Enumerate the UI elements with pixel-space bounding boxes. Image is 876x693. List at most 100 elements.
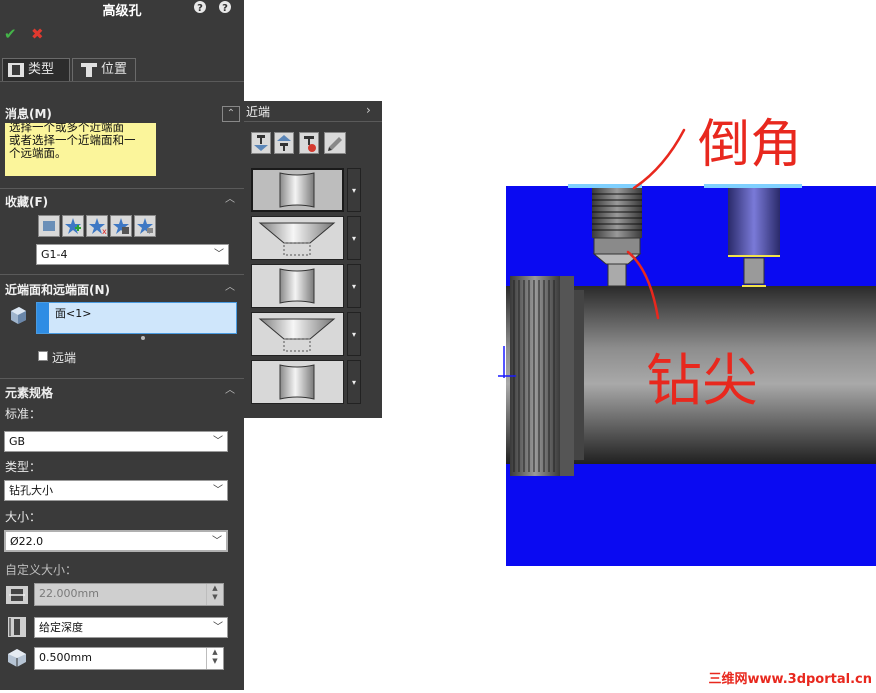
type-label: 类型：	[5, 460, 42, 474]
size-label: 大小：	[5, 510, 42, 524]
chevron-down-icon: ﹀	[213, 622, 223, 633]
tile-1-dropdown-icon[interactable]: ▾	[347, 168, 361, 212]
tab-position[interactable]: 位置	[72, 58, 136, 81]
graphics-area[interactable]: 倒角 钻尖 三维网www.3dportal.cn	[382, 0, 876, 690]
standard-select[interactable]: GB ﹀	[4, 431, 228, 452]
flyout-divider	[244, 121, 382, 122]
message-box: 选择一个或多个近端面 或者选择一个近端面和一 个远端面。	[5, 123, 156, 176]
flyout-title: 近端	[246, 105, 271, 119]
svg-text:x: x	[102, 227, 107, 236]
near-side-flyout: 近端 › ▾ ▾ ▾ ▾ ▾	[244, 101, 382, 418]
tab-type[interactable]: 类型	[2, 58, 70, 81]
cylinder-hole-icon	[279, 268, 315, 304]
resize-handle[interactable]	[141, 336, 145, 340]
bore-thread	[510, 276, 560, 476]
chamfer-annotation: 倒角	[698, 115, 802, 175]
face-selection-icon	[8, 305, 28, 325]
favorite-load-icon[interactable]	[134, 215, 156, 237]
end-condition-icon	[5, 616, 29, 638]
message-collapse-icon[interactable]: ⌃	[222, 106, 240, 122]
tab-type-label: 类型	[28, 62, 55, 77]
cancel-x-icon[interactable]: ✖	[31, 25, 44, 43]
pilot-hole	[607, 263, 627, 287]
message-header: 消息(M)	[5, 107, 52, 121]
hole-type-icon	[6, 62, 26, 78]
bore-shoulder	[574, 290, 584, 460]
tile-5-dropdown-icon[interactable]: ▾	[347, 360, 361, 404]
favorites-header: 收藏(F)	[5, 195, 49, 209]
spec-header: 元素规格	[5, 386, 54, 400]
tile-4-dropdown-icon[interactable]: ▾	[347, 312, 361, 356]
faces-selection-list[interactable]: 面<1>	[36, 302, 237, 334]
custom-diameter-value: 22.000mm	[39, 587, 99, 600]
cb-top-face	[704, 184, 802, 188]
depth-icon	[5, 646, 29, 668]
depth-value: 0.500mm	[39, 651, 92, 664]
standard-select-value: GB	[9, 435, 26, 448]
end-condition-value: 给定深度	[39, 621, 83, 634]
edit-element-icon[interactable]	[324, 132, 346, 154]
svg-text:?: ?	[222, 3, 228, 14]
ok-check-icon[interactable]: ✔	[4, 25, 17, 43]
chevron-down-icon: ﹀	[214, 249, 224, 260]
far-side-label: 远端	[52, 351, 77, 365]
selection-color-swatch	[37, 303, 49, 333]
chevron-right-icon[interactable]: ›	[366, 103, 371, 117]
spec-collapse-icon[interactable]: ︿	[222, 384, 238, 398]
favorites-select[interactable]: G1-4 ﹀	[36, 244, 229, 265]
favorites-toolbar: x	[38, 215, 158, 237]
delete-element-icon[interactable]	[299, 132, 319, 154]
part-section-view: 倒角 钻尖 三维网www.3dportal.cn	[498, 115, 876, 687]
favorite-delete-icon[interactable]: x	[86, 215, 108, 237]
help-icon[interactable]: ?	[218, 0, 234, 14]
chevron-down-icon: ﹀	[212, 536, 222, 547]
svg-text:?: ?	[197, 3, 203, 14]
counterbore	[728, 188, 780, 256]
element-tile-3[interactable]	[251, 264, 344, 308]
size-select[interactable]: Ø22.0 ﹀	[4, 530, 228, 552]
section-divider	[0, 188, 244, 189]
faces-header: 近端面和远端面(N)	[5, 283, 111, 297]
type-select-value: 钻孔大小	[9, 484, 53, 497]
favorite-add-icon[interactable]	[62, 215, 84, 237]
favorites-select-value: G1-4	[41, 248, 68, 261]
standard-label: 标准：	[5, 407, 42, 421]
countersink-icon	[258, 318, 336, 352]
custom-size-label: 自定义大小：	[5, 563, 78, 577]
chevron-down-icon: ﹀	[213, 485, 223, 496]
type-select[interactable]: 钻孔大小 ﹀	[4, 480, 228, 501]
tile-3-dropdown-icon[interactable]: ▾	[347, 264, 361, 308]
tile-2-dropdown-icon[interactable]: ▾	[347, 216, 361, 260]
faces-collapse-icon[interactable]: ︿	[222, 281, 238, 295]
custom-diameter-input[interactable]: 22.000mm ▲ ▼	[34, 583, 224, 606]
favorite-no-icon[interactable]	[38, 215, 60, 237]
countersink-icon	[258, 222, 336, 256]
section-divider	[0, 378, 244, 379]
element-tile-1-selected[interactable]	[251, 168, 344, 212]
insert-element-below-icon[interactable]	[251, 132, 271, 154]
cylinder-hole-icon	[279, 172, 315, 208]
cb-pilot-hole	[743, 257, 765, 285]
position-icon	[79, 62, 99, 78]
drill-body	[593, 237, 641, 255]
watermark: 三维网www.3dportal.cn	[709, 671, 872, 687]
element-tile-2[interactable]	[251, 216, 344, 260]
drill-tip-annotation: 钻尖	[646, 349, 758, 414]
insert-element-above-icon[interactable]	[274, 132, 294, 154]
help-settings-icon[interactable]: ?	[193, 0, 209, 14]
far-side-checkbox[interactable]	[38, 351, 48, 361]
favorites-collapse-icon[interactable]: ︿	[222, 193, 238, 207]
end-condition-select[interactable]: 给定深度 ﹀	[34, 617, 228, 638]
depth-input[interactable]: 0.500mm ▲ ▼	[34, 647, 224, 670]
faces-list-item[interactable]: 面<1>	[55, 305, 91, 321]
element-tile-4[interactable]	[251, 312, 344, 356]
diameter-icon	[5, 584, 29, 606]
spin-updown-icon[interactable]: ▲ ▼	[206, 648, 223, 669]
tab-position-label: 位置	[101, 62, 128, 77]
spin-updown-icon[interactable]: ▲ ▼	[206, 584, 223, 605]
size-select-value: Ø22.0	[10, 535, 44, 548]
chevron-down-icon: ﹀	[213, 436, 223, 447]
section-divider	[0, 274, 244, 275]
favorite-save-icon[interactable]	[110, 215, 132, 237]
element-tile-5[interactable]	[251, 360, 344, 404]
